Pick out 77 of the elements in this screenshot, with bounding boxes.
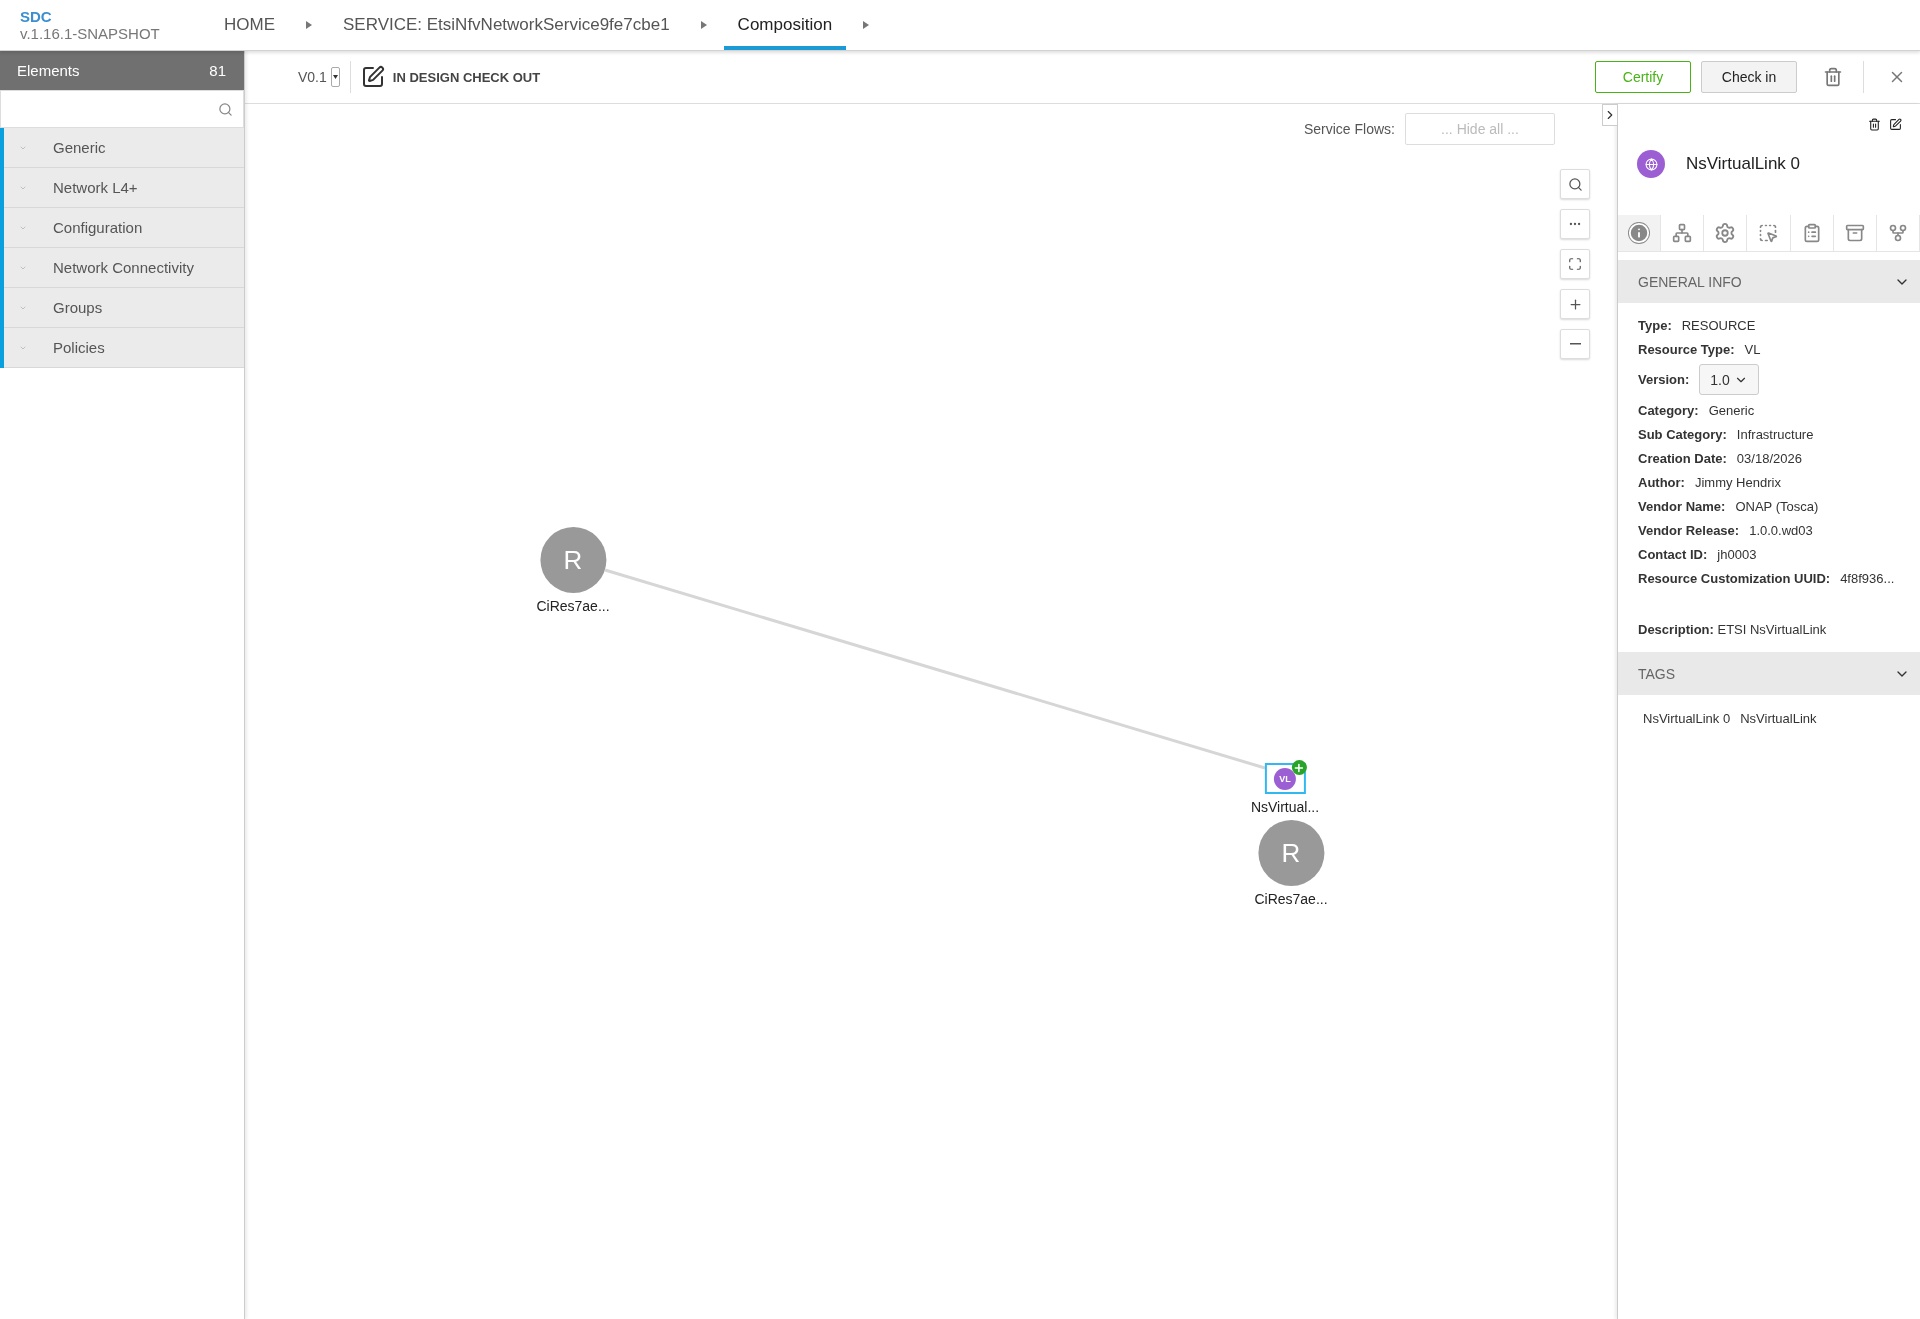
app-name: SDC (20, 9, 53, 25)
caret-icon (305, 20, 313, 30)
field-label: Contact ID: (1638, 546, 1708, 562)
node-label: CiRes7ae... (1254, 891, 1328, 907)
virtual-link-node[interactable]: VL (1264, 763, 1306, 794)
component-name: NsVirtualLink 0 (1686, 154, 1801, 174)
field-label: Author: (1638, 474, 1685, 490)
checkout-edit-icon (360, 65, 385, 89)
section-header[interactable]: TAGS (1618, 652, 1920, 695)
field-label: Version: (1638, 372, 1690, 387)
field-value: VL (1744, 341, 1761, 357)
search-field[interactable] (0, 90, 244, 128)
field-label: Resource Type: (1638, 341, 1735, 357)
field-value: RESOURCE (1681, 317, 1756, 333)
section-title: TAGS (1638, 665, 1676, 682)
expand-icon (1568, 257, 1582, 271)
zoom-out-button[interactable] (1560, 329, 1590, 359)
plus-icon (1567, 296, 1583, 312)
field-label: Type: (1638, 317, 1672, 333)
category-item[interactable]: Configuration (4, 208, 244, 248)
fit-button[interactable] (1560, 249, 1590, 279)
caret-icon (862, 20, 871, 30)
field-label: Vendor Release: (1638, 522, 1740, 538)
field-value: 4f8f936... (1840, 570, 1895, 586)
caret-icon (699, 20, 708, 30)
field-value: 1.0.0.wd03 (1749, 522, 1813, 538)
section-title: GENERAL INFO (1638, 273, 1742, 290)
node-label: NsVirtual... (1250, 799, 1320, 815)
category-item[interactable]: Policies (4, 328, 244, 368)
category-item[interactable]: Groups (4, 288, 244, 328)
description-text: Description: ETSI NsVirtualLink (1637, 621, 1828, 639)
field-label: Category: (1638, 402, 1699, 418)
info-icon (1628, 222, 1651, 244)
link-avatar-icon (1637, 150, 1665, 178)
toolbar-button[interactable]: Check in (1701, 61, 1797, 93)
search-icon (218, 101, 233, 117)
field-label: Resource Customization UUID: (1638, 570, 1831, 586)
archive-icon (1844, 223, 1865, 243)
delete-icon[interactable] (1868, 118, 1881, 131)
search-icon (1567, 176, 1583, 192)
field-value: Generic (1708, 402, 1755, 418)
app-version: v.1.16.1-SNAPSHOT (20, 25, 161, 42)
node-label: CiRes7ae... (536, 598, 610, 614)
panel-tab[interactable] (1618, 215, 1662, 251)
branch-icon (1887, 223, 1908, 243)
plus-badge-icon[interactable] (1291, 760, 1307, 775)
category-item[interactable]: Generic (4, 128, 244, 168)
elements-title: Elements (17, 62, 80, 79)
network-icon (1672, 223, 1693, 243)
field-value: 03/18/2026 (1736, 450, 1802, 466)
minus-icon (1569, 343, 1581, 345)
category-item[interactable]: Network Connectivity (4, 248, 244, 288)
breadcrumb-tab[interactable]: HOME (210, 0, 289, 50)
category-item[interactable]: Network L4+ (4, 168, 244, 208)
field-value: Infrastructure (1736, 426, 1814, 442)
edit-icon[interactable] (1889, 118, 1902, 131)
field-label: Sub Category: (1638, 426, 1727, 442)
breadcrumb-tab[interactable]: Composition (723, 0, 847, 50)
field-label: Vendor Name: (1638, 498, 1726, 514)
status-label: IN DESIGN CHECK OUT (392, 69, 541, 85)
caret-icon (332, 75, 338, 79)
tag: NsVirtualLink 0 (1643, 711, 1731, 726)
version-select[interactable]: 1.0 (1699, 364, 1759, 395)
field-value: jh0003 (1717, 546, 1757, 562)
elements-count: 81 (209, 62, 226, 79)
version-select[interactable]: V0.1 (298, 61, 351, 93)
collapse-button[interactable] (1602, 104, 1618, 126)
field-label: Creation Date: (1638, 450, 1727, 466)
search-button[interactable] (1560, 169, 1590, 199)
settings-icon (1714, 222, 1737, 244)
section-header[interactable]: GENERAL INFO (1618, 260, 1920, 303)
field-value: Jimmy Hendrix (1694, 474, 1781, 490)
zoom-in-button[interactable] (1560, 289, 1590, 319)
field-value: ONAP (Tosca) (1735, 498, 1819, 514)
breadcrumb-tab[interactable]: SERVICE: EtsiNfvNetworkService9fe7cbe1 (329, 0, 684, 50)
service-flows-label: Service Flows: (1303, 121, 1395, 137)
tag: NsVirtualLink (1740, 711, 1817, 726)
